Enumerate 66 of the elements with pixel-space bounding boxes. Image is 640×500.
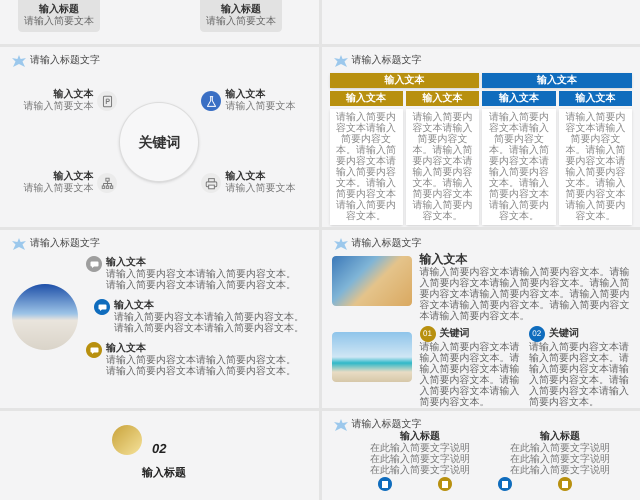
item-label: 输入文本: [114, 299, 155, 312]
card-title: 输入标题: [39, 4, 79, 16]
star-icon: [334, 55, 348, 67]
card-text: 请输入简要文本: [206, 16, 276, 28]
section-title: 输入标题: [142, 466, 186, 481]
item-text: 请输入简要内容文本请输入简要内容文本。: [106, 355, 296, 366]
heading: 输入文本: [420, 252, 468, 266]
item-text: 在此输入简要文字说明: [370, 443, 470, 454]
item-text: 在此输入简要文字说明: [510, 465, 610, 476]
flask-icon: [204, 94, 218, 108]
item-text: 请输入简要内容文本请输入简要内容文本。: [114, 323, 304, 334]
slide-title: 请输入标题文字: [352, 238, 422, 250]
star-icon: [334, 238, 348, 250]
star-icon: [334, 419, 348, 431]
chat-icon: [98, 304, 106, 310]
chat-icon: [90, 346, 98, 354]
chat-icon: [90, 260, 98, 268]
item-label: 输入文本: [53, 171, 94, 182]
item-text: 请输入简要内容文本请输入简要内容文本。: [106, 269, 296, 280]
group-header: 输入文本: [330, 73, 480, 88]
printer-icon: [204, 176, 218, 190]
number-badge: 01: [420, 326, 436, 342]
slide-title: 请输入标题文字: [30, 55, 100, 67]
item-label: 关键词: [548, 328, 579, 340]
item-label: 输入文本: [225, 171, 266, 182]
item-text: 请输入简要内容文本请输入简要内容文本。: [114, 312, 304, 323]
item-label: 输入文本: [225, 89, 266, 100]
item-text: 请输入简要文本: [225, 101, 296, 113]
item-text: 请输入简要文本: [23, 101, 94, 113]
card-title: 输入标题: [221, 4, 261, 16]
item-text: 请输入简要内容文本请输入简要内容文本。: [106, 280, 296, 291]
item-text: 在此输入简要文字说明: [510, 443, 610, 454]
item-text: 请输入简要内容文本请输入简要内容文本。请输入简要内容文本请输入简要内容文本。请输入简要内容文本请输入简要内容文本。: [528, 342, 630, 408]
column-header: 输入文本: [406, 91, 480, 106]
item-label: 输入标题: [540, 431, 580, 442]
keyword-text: 关键词: [138, 132, 180, 152]
section-number: 02: [152, 440, 166, 458]
item-text: 请输入简要内容文本请输入简要内容文本。: [106, 366, 296, 377]
star-icon: [12, 55, 26, 67]
slide-title: 请输入标题文字: [30, 238, 100, 250]
org-chart-icon: [100, 176, 114, 190]
star-icon: [12, 238, 26, 250]
column-text: 请输入简要内容文本请输入简要内容文本。请输入简要内容文本请输入简要内容文本。请输入简要内容文本请输入简要内容文本。: [482, 109, 556, 225]
slide-title: 请输入标题文字: [352, 419, 422, 430]
number-badge: 02: [528, 326, 545, 342]
item-label: 关键词: [440, 328, 470, 340]
item-text: 请输入简要文本: [23, 183, 94, 195]
group-header: 输入文本: [482, 73, 632, 88]
item-text: 在此输入简要文字说明: [370, 454, 470, 465]
item-text: 在此输入简要文字说明: [510, 454, 610, 465]
paragraph: 请输入简要内容文本请输入简要内容文本。请输入简要内容文本请输入简要内容文本。请输入简要内容文本请输入简要内容文本。请输入简要内容文本请输入简要内容文本。请输入简要内容文本请输入简要内容文本。: [420, 267, 630, 322]
column-header: 输入文本: [330, 91, 403, 106]
column-header: 输入文本: [482, 91, 556, 106]
item-text: 在此输入简要文字说明: [370, 465, 470, 476]
column-text: 请输入简要内容文本请输入简要内容文本。请输入简要内容文本请输入简要内容文本。请输入简要内容文本请输入简要内容文本。: [330, 109, 403, 225]
item-label: 输入文本: [53, 89, 94, 100]
slide-title: 请输入标题文字: [352, 55, 422, 67]
item-text: 请输入简要内容文本请输入简要内容文本。请输入简要内容文本请输入简要内容文本。请输入简要内容文本请输入简要内容文本。: [420, 342, 520, 408]
item-label: 输入文本: [106, 342, 147, 354]
card-text: 请输入简要文本: [24, 16, 94, 28]
column-text: 请输入简要内容文本请输入简要内容文本。请输入简要内容文本请输入简要内容文本。请输入简要内容文本请输入简要内容文本。: [558, 109, 632, 225]
item-label: 输入标题: [400, 431, 440, 442]
column-text: 请输入简要内容文本请输入简要内容文本。请输入简要内容文本请输入简要内容文本。请输入简要内容文本请输入简要内容文本。: [406, 109, 480, 225]
item-text: 请输入简要文本: [225, 183, 296, 195]
column-header: 输入文本: [558, 91, 632, 106]
item-label: 输入文本: [106, 256, 147, 268]
